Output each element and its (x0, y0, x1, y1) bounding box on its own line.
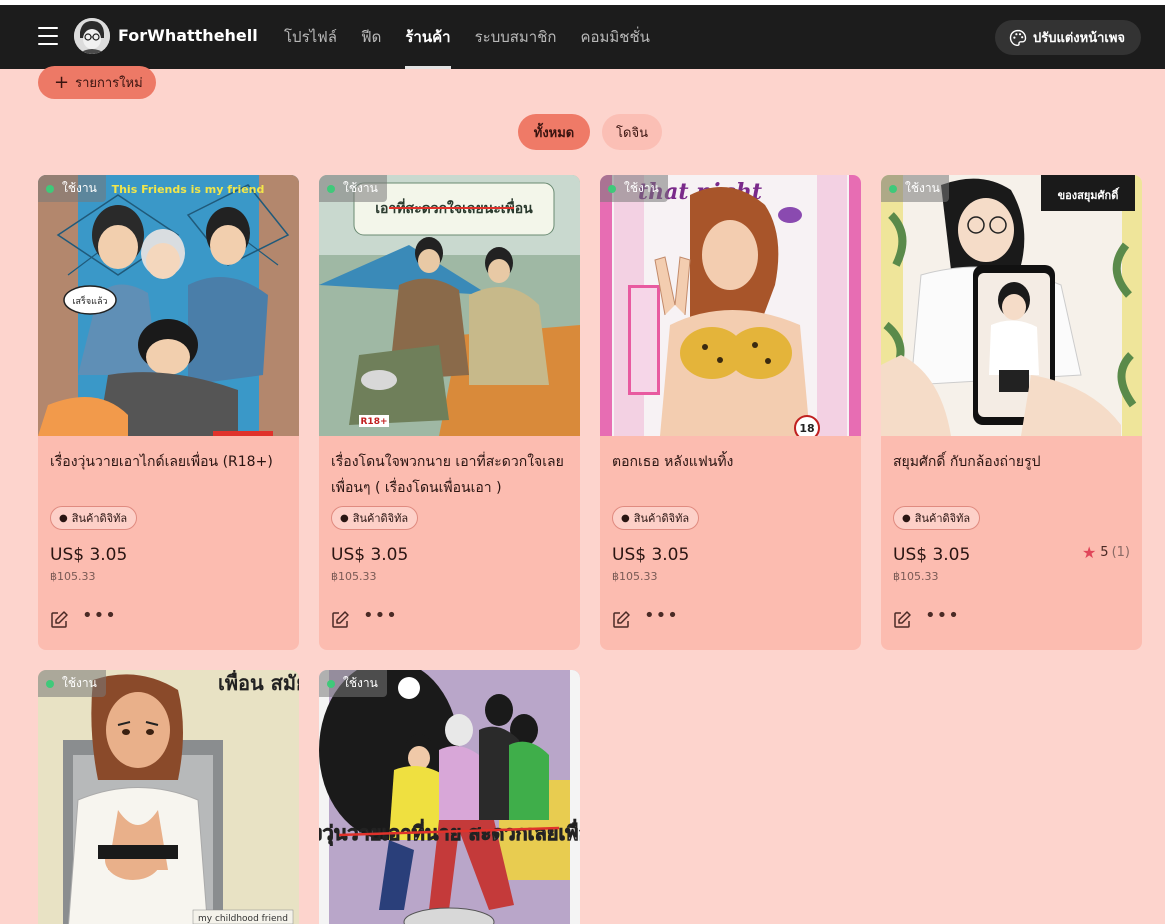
product-cover[interactable]: ของสยุมศักดิ์ ใช้งาน (881, 175, 1142, 436)
product-title[interactable]: ตอกเธอ หลังแฟนทิ้ง (612, 449, 852, 475)
product-card[interactable]: เรื่องวุ่นวายเอาที่นาย สะดวกเลยเพื่อนๆ ใ… (319, 670, 580, 924)
price-thb: ฿105.33 (331, 570, 377, 583)
price-usd: US$ 3.05 (893, 545, 971, 565)
more-options-icon[interactable]: ••• (363, 607, 397, 629)
palette-icon (1009, 29, 1027, 47)
product-cover[interactable]: that night 18 ใช้งาน (600, 175, 861, 436)
cover-badge-text: 18 (799, 422, 814, 435)
status-badge: ใช้งาน (38, 670, 106, 697)
product-title[interactable]: สยุมศักดิ์ กับกล้องถ่ายรูป (893, 449, 1133, 475)
status-badge: ใช้งาน (38, 175, 106, 202)
plus-icon: + (54, 71, 70, 93)
product-rating: ★ 5 (1) (1082, 543, 1130, 562)
top-navbar: ForWhatthehell โปรไฟล์ ฟีด ร้านค้า ระบบส… (0, 5, 1165, 69)
price-usd: US$ 3.05 (612, 545, 690, 565)
new-item-label: รายการใหม่ (75, 76, 143, 91)
status-badge: ใช้งาน (319, 670, 387, 697)
cover-title-text: This Friends is my friend (112, 183, 265, 196)
product-cover[interactable]: เอาที่สะดวกใจเลยนะเพื่อน R18+ ใช้งาน (319, 175, 580, 436)
product-type-tag: ● สินค้าดิจิทัล (331, 506, 419, 530)
rating-value: 5 (1100, 545, 1109, 560)
new-item-button[interactable]: + รายการใหม่ (38, 66, 156, 99)
customize-page-button[interactable]: ปรับแต่งหน้าเพจ (995, 20, 1141, 55)
product-type-tag: ● สินค้าดิจิทัล (612, 506, 700, 530)
edit-icon[interactable] (611, 610, 631, 630)
nav-membership[interactable]: ระบบสมาชิก (475, 5, 557, 69)
filter-all[interactable]: ทั้งหมด (518, 114, 590, 150)
edit-icon[interactable] (330, 610, 350, 630)
more-options-icon[interactable]: ••• (644, 607, 678, 629)
product-cover[interactable]: เรื่องวุ่นวายเอาที่นาย สะดวกเลยเพื่อนๆ ใ… (319, 670, 580, 924)
main-nav: โปรไฟล์ ฟีด ร้านค้า ระบบสมาชิก คอมมิชชั่… (284, 5, 674, 69)
cover-subtitle-text: my childhood friend (198, 914, 288, 924)
price-thb: ฿105.33 (50, 570, 96, 583)
status-badge: ใช้งาน (600, 175, 668, 202)
product-type-tag: ● สินค้าดิจิทัล (893, 506, 981, 530)
edit-icon[interactable] (49, 610, 69, 630)
customize-page-label: ปรับแต่งหน้าเพจ (1033, 31, 1126, 46)
price-thb: ฿105.33 (893, 570, 939, 583)
product-card[interactable]: เสร็จแล้ว This Friends is my friend ใช้ง… (38, 175, 299, 650)
product-cover[interactable]: เพื่อน สมัย เด็ก ของผม สุดยอด ไป เลย my … (38, 670, 299, 924)
nav-shop[interactable]: ร้านค้า (405, 5, 451, 69)
edit-icon[interactable] (892, 610, 912, 630)
nav-commission[interactable]: คอมมิชชั่น (580, 5, 649, 69)
filter-doujin[interactable]: โดจิน (602, 114, 662, 150)
product-title[interactable]: เรื่องวุ่นวายเอาไกด์เลยเพื่อน (R18+) (50, 449, 290, 475)
price-usd: US$ 3.05 (50, 545, 128, 565)
cover-title-text: เพื่อน สมัย เด็ก ของผม สุดยอด ไป เลย (218, 670, 299, 696)
star-icon: ★ (1081, 543, 1097, 562)
product-type-tag: ● สินค้าดิจิทัล (50, 506, 138, 530)
product-card[interactable]: that night 18 ใช้งาน ตอกเธอ หลังแฟนทิ้ง … (600, 175, 861, 650)
product-card[interactable]: เอาที่สะดวกใจเลยนะเพื่อน R18+ ใช้งาน เรื… (319, 175, 580, 650)
price-thb: ฿105.33 (612, 570, 658, 583)
product-title[interactable]: เรื่องโดนใจพวกนาย เอาที่สะดวกใจเลยเพื่อน… (331, 449, 571, 501)
menu-icon[interactable] (38, 27, 58, 45)
brand-name[interactable]: ForWhatthehell (118, 26, 258, 45)
nav-profile[interactable]: โปรไฟล์ (284, 5, 337, 69)
cover-title-text: ของสยุมศักดิ์ (1058, 187, 1120, 203)
cover-badge-text: R18+ (361, 417, 388, 427)
product-cover[interactable]: เสร็จแล้ว This Friends is my friend ใช้ง… (38, 175, 299, 436)
nav-feed[interactable]: ฟีด (361, 5, 381, 69)
status-badge: ใช้งาน (881, 175, 949, 202)
product-card[interactable]: เพื่อน สมัย เด็ก ของผม สุดยอด ไป เลย my … (38, 670, 299, 924)
price-usd: US$ 3.05 (331, 545, 409, 565)
product-card[interactable]: ของสยุมศักดิ์ ใช้งาน สยุมศักดิ์ กับกล้อง… (881, 175, 1142, 650)
more-options-icon[interactable]: ••• (925, 607, 959, 629)
more-options-icon[interactable]: ••• (82, 607, 116, 629)
avatar[interactable] (74, 18, 110, 54)
rating-count: (1) (1111, 545, 1130, 560)
status-badge: ใช้งาน (319, 175, 387, 202)
